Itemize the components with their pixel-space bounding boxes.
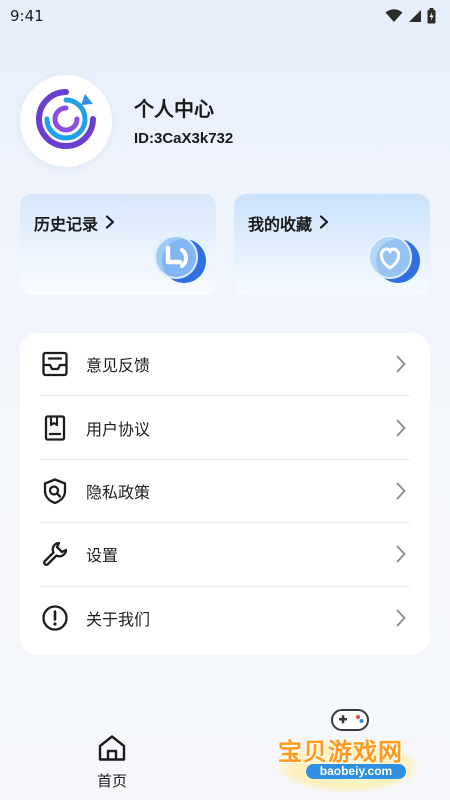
menu-list: 意见反馈 用户协议 隐私政策 设置 关于我们 — [20, 333, 430, 655]
heart-favorite-icon — [358, 232, 424, 292]
page-title: 个人中心 — [134, 97, 214, 121]
watermark-url: baobeiy.com — [306, 764, 406, 779]
menu-item-feedback[interactable]: 意见反馈 — [40, 333, 410, 397]
status-icons — [385, 8, 436, 24]
history-label-text: 历史记录 — [34, 215, 99, 234]
profile-text: 个人中心 ID:3CaX3k732 — [134, 95, 233, 147]
menu-item-label: 设置 — [86, 546, 119, 566]
watermark-logo: 宝贝游戏网 baobeiy.com — [270, 704, 430, 796]
nav-home-label: 首页 — [96, 772, 127, 790]
menu-item-user-agreement[interactable]: 用户协议 — [40, 396, 410, 460]
chevron-right-icon — [392, 419, 406, 437]
wrench-icon — [40, 539, 70, 569]
menu-item-settings[interactable]: 设置 — [40, 523, 410, 587]
chevron-right-icon — [105, 214, 115, 233]
status-bar: 9:41 — [0, 0, 450, 32]
menu-item-about-us[interactable]: 关于我们 — [40, 587, 410, 650]
nav-tab-home[interactable]: 首页 — [78, 734, 146, 791]
wifi-icon — [385, 9, 403, 23]
watermark-text: 宝贝游戏网 — [278, 738, 403, 766]
menu-item-label: 隐私政策 — [86, 482, 151, 502]
profile-header: 个人中心 ID:3CaX3k732 — [20, 74, 440, 168]
home-icon — [97, 734, 127, 766]
inbox-feedback-icon — [40, 349, 70, 379]
favorites-card[interactable]: 我的收藏 — [234, 194, 430, 295]
status-time: 9:41 — [10, 7, 44, 25]
favorites-card-label: 我的收藏 — [248, 211, 329, 235]
chevron-right-icon — [392, 609, 406, 627]
chevron-right-icon — [392, 355, 406, 373]
menu-item-privacy-policy[interactable]: 隐私政策 — [40, 460, 410, 524]
user-id: ID:3CaX3k732 — [134, 130, 234, 147]
history-card-label: 历史记录 — [34, 211, 115, 235]
exclamation-circle-icon — [40, 603, 70, 633]
clock-history-icon — [144, 232, 210, 292]
document-icon — [40, 413, 70, 443]
circular-refresh-logo-icon — [33, 86, 99, 156]
battery-icon — [427, 8, 436, 24]
menu-item-label: 关于我们 — [86, 610, 151, 630]
chevron-right-icon — [319, 214, 329, 233]
menu-item-label: 用户协议 — [86, 419, 151, 439]
chevron-right-icon — [392, 545, 406, 563]
favorites-label-text: 我的收藏 — [248, 215, 313, 234]
signal-icon — [408, 9, 422, 23]
history-card[interactable]: 历史记录 — [20, 194, 216, 295]
shield-search-icon — [40, 476, 70, 506]
avatar[interactable] — [20, 75, 112, 167]
menu-item-label: 意见反馈 — [86, 356, 151, 376]
chevron-right-icon — [392, 482, 406, 500]
